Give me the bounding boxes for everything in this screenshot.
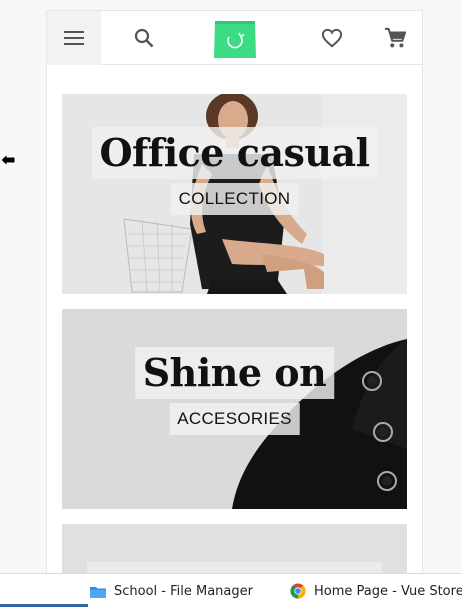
taskbar-item-file-manager[interactable]: School - File Manager xyxy=(90,574,253,607)
shopping-bag-logo xyxy=(214,21,256,58)
collection-banner[interactable]: Office casual COLLECTION xyxy=(62,94,407,294)
banner-title-box: Shine on xyxy=(134,347,335,399)
hamburger-menu-icon xyxy=(64,31,84,45)
banner-subtitle-box: COLLECTION xyxy=(170,183,299,215)
banner-subtitle: ACCESORIES xyxy=(177,409,292,428)
cart-button[interactable] xyxy=(369,11,421,65)
banner-subtitle-box: ACCESORIES xyxy=(169,403,300,435)
folder-icon xyxy=(90,585,106,598)
banner-title: Shine on xyxy=(142,350,327,395)
accessories-banner[interactable]: Shine on ACCESORIES xyxy=(62,309,407,509)
taskbar-item-vue-store[interactable]: Home Page - Vue Store xyxy=(290,574,462,607)
logo-button[interactable] xyxy=(213,11,257,65)
search-button[interactable] xyxy=(117,11,171,65)
banner-title-box: Office casual xyxy=(91,127,378,179)
taskbar-item-label: School - File Manager xyxy=(114,583,253,599)
store-app: Office casual COLLECTION Shine on ACCESO… xyxy=(46,10,423,607)
search-icon xyxy=(134,28,154,48)
banner-subtitle: COLLECTION xyxy=(178,189,291,208)
mouse-cursor-icon xyxy=(0,153,16,167)
wishlist-button[interactable] xyxy=(307,11,357,65)
menu-button[interactable] xyxy=(47,11,101,65)
taskbar: School - File Manager Home Page - Vue St… xyxy=(0,573,462,607)
heart-icon xyxy=(321,28,343,48)
chrome-icon xyxy=(290,583,306,599)
taskbar-item-label: Home Page - Vue Store xyxy=(314,583,462,599)
banner-title: Office casual xyxy=(99,130,370,175)
cart-icon xyxy=(384,27,406,48)
top-app-bar xyxy=(47,11,422,65)
